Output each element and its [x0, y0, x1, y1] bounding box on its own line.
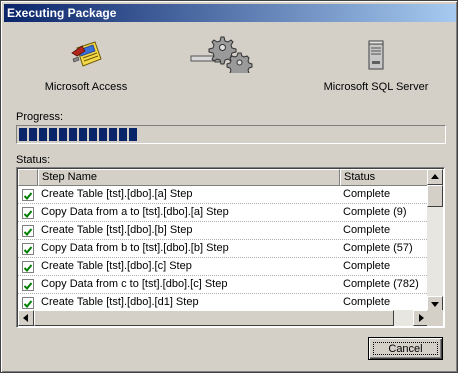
row-status: Complete: [343, 296, 391, 308]
cancel-button[interactable]: Cancel: [368, 337, 443, 360]
destination-endpoint: Microsoft SQL Server: [321, 39, 431, 93]
row-check-cell: [18, 204, 38, 221]
executing-package-dialog: Executing Package Microsoft Access Micro…: [0, 0, 458, 373]
arrow-right-icon: [419, 314, 424, 322]
progress-fill: [19, 128, 138, 141]
table-row[interactable]: Create Table [tst].[dbo].[a] Step Complet…: [18, 186, 429, 204]
table-row[interactable]: Copy Data from c to [tst].[dbo].[c] Step…: [18, 276, 429, 294]
checkmark-icon: [22, 297, 34, 309]
column-header-step-name[interactable]: Step Name: [38, 169, 340, 186]
scroll-left-button[interactable]: [18, 310, 34, 326]
horizontal-scroll-thumb[interactable]: [34, 310, 394, 326]
dialog-title: Executing Package: [4, 4, 456, 22]
arrow-left-icon: [23, 314, 28, 322]
row-check-cell: [18, 294, 38, 311]
table-row[interactable]: Copy Data from b to [tst].[dbo].[b] Step…: [18, 240, 429, 258]
vertical-scrollbar[interactable]: [427, 169, 443, 312]
row-status: Complete (782): [343, 278, 419, 290]
progress-bar: [16, 125, 446, 144]
status-rows: Create Table [tst].[dbo].[a] Step Complet…: [18, 186, 429, 312]
row-step-name: Copy Data from b to [tst].[dbo].[b] Step: [41, 242, 229, 254]
sql-server-icon: [368, 40, 384, 70]
column-header-check[interactable]: [18, 169, 38, 186]
access-database-icon: [71, 41, 102, 67]
list-header: Step Name Status: [18, 169, 429, 186]
column-header-status[interactable]: Status: [340, 169, 429, 186]
row-check-cell: [18, 186, 38, 203]
gears-transfer-icon: [190, 36, 253, 73]
row-status: Complete: [343, 224, 391, 236]
scroll-up-button[interactable]: [427, 169, 443, 185]
checkmark-icon: [22, 207, 34, 219]
row-status: Complete: [343, 260, 391, 272]
checkmark-icon: [22, 261, 34, 273]
checkmark-icon: [22, 225, 34, 237]
cancel-button-label: Cancel: [373, 342, 438, 355]
horizontal-scrollbar[interactable]: [18, 310, 429, 326]
arrow-down-icon: [431, 302, 439, 307]
row-check-cell: [18, 276, 38, 293]
row-step-name: Create Table [tst].[dbo].[d1] Step: [41, 296, 199, 308]
status-list[interactable]: Step Name Status Create Table [tst].[dbo…: [16, 167, 445, 328]
row-step-name: Create Table [tst].[dbo].[b] Step: [41, 224, 193, 236]
status-label: Status:: [16, 154, 51, 166]
arrow-up-icon: [431, 174, 439, 179]
table-row[interactable]: Create Table [tst].[dbo].[c] Step Complet…: [18, 258, 429, 276]
row-status: Complete (9): [343, 206, 407, 218]
row-step-name: Create Table [tst].[dbo].[c] Step: [41, 260, 192, 272]
checkmark-icon: [22, 189, 34, 201]
source-label: Microsoft Access: [44, 81, 128, 93]
destination-label: Microsoft SQL Server: [323, 81, 429, 93]
row-check-cell: [18, 240, 38, 257]
status-list-body: Step Name Status Create Table [tst].[dbo…: [18, 169, 429, 312]
progress-label: Progress:: [16, 111, 64, 123]
row-check-cell: [18, 222, 38, 239]
checkmark-icon: [22, 279, 34, 291]
row-status: Complete: [343, 188, 391, 200]
vertical-scroll-thumb[interactable]: [427, 185, 443, 207]
table-row[interactable]: Create Table [tst].[dbo].[b] Step Complet…: [18, 222, 429, 240]
scrollbar-corner: [427, 310, 443, 326]
checkmark-icon: [22, 243, 34, 255]
row-status: Complete (57): [343, 242, 413, 254]
table-row[interactable]: Copy Data from a to [tst].[dbo].[a] Step…: [18, 204, 429, 222]
row-step-name: Create Table [tst].[dbo].[a] Step: [41, 188, 193, 200]
source-endpoint: Microsoft Access: [41, 39, 131, 93]
row-check-cell: [18, 258, 38, 275]
row-step-name: Copy Data from c to [tst].[dbo].[c] Step: [41, 278, 228, 290]
row-step-name: Copy Data from a to [tst].[dbo].[a] Step: [41, 206, 229, 218]
